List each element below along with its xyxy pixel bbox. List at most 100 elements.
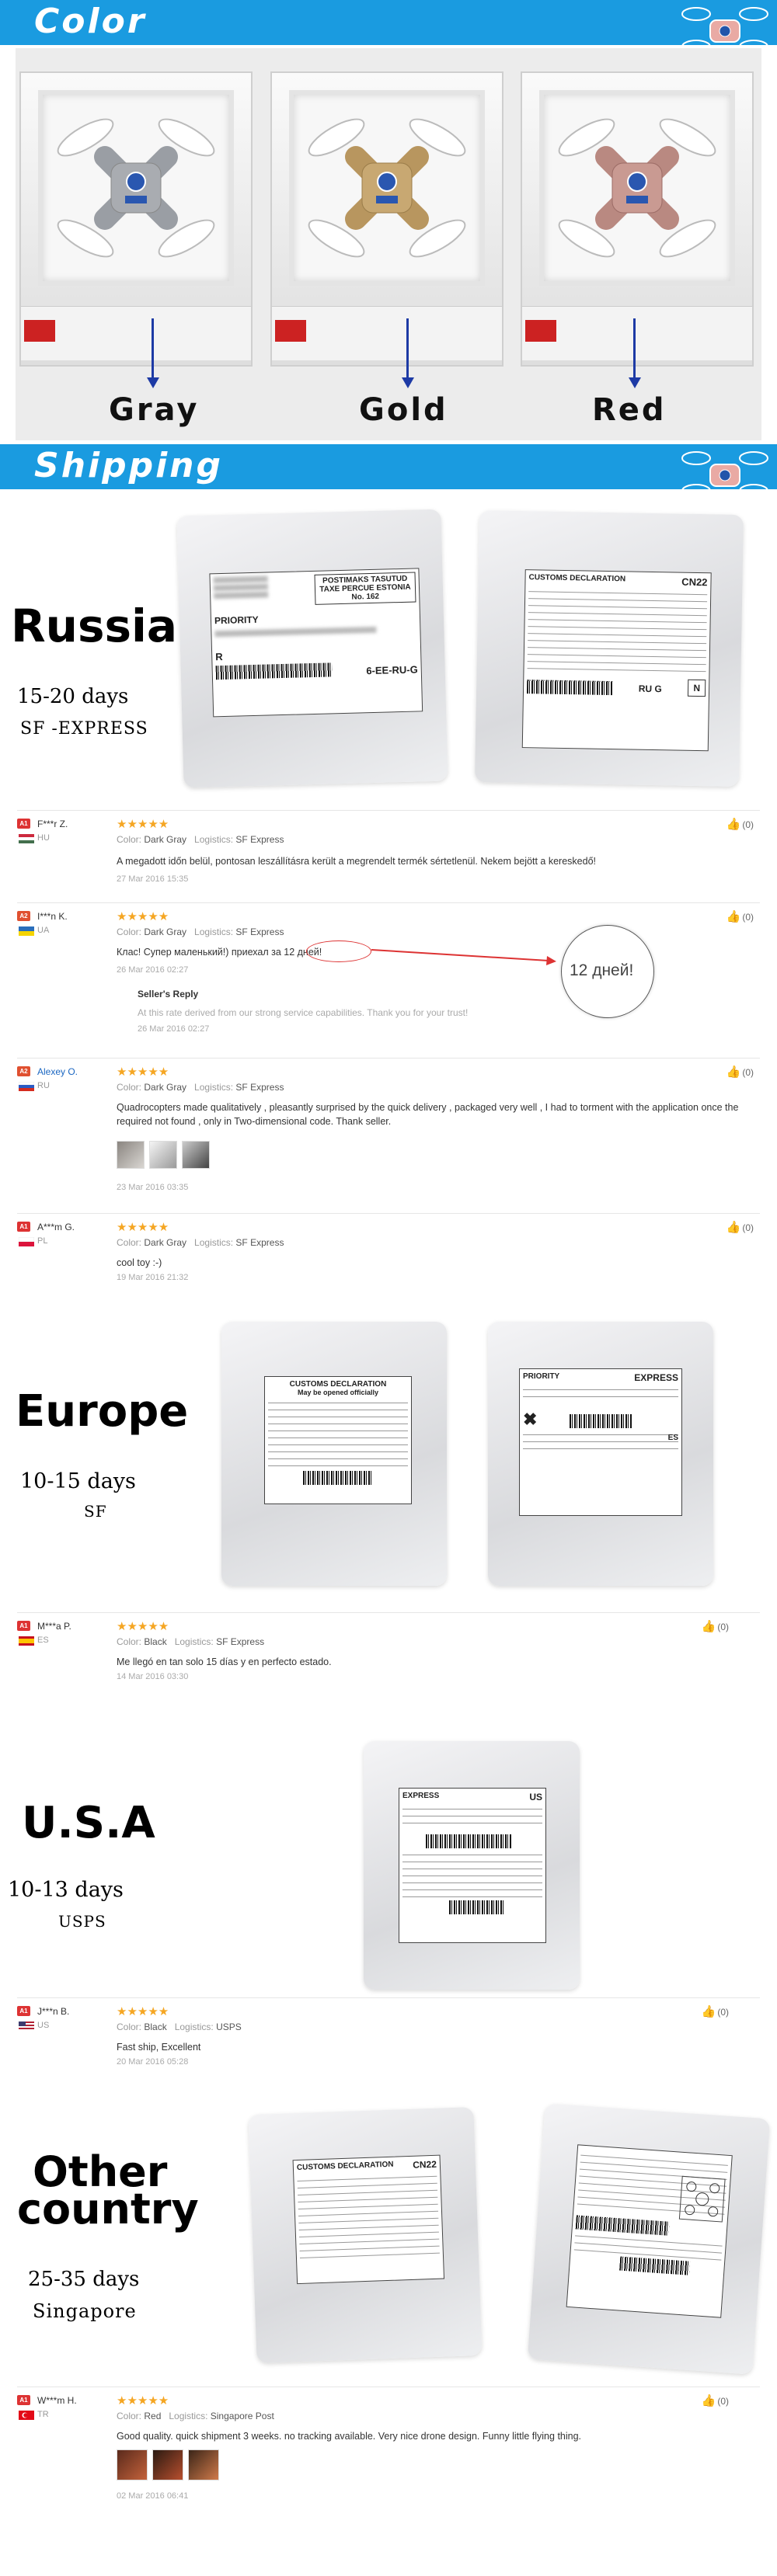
red-drone-icon <box>558 118 716 258</box>
customs-label: CUSTOMS DECLARATION CN22 RU G N <box>521 569 712 752</box>
color-name-gold: Gold <box>359 392 448 428</box>
review-text: A megadott időn belül, pontosan leszállí… <box>117 856 597 867</box>
gold-drone-icon <box>308 118 466 258</box>
other-package-1: CUSTOMS DECLARATION CN22 <box>248 2107 483 2363</box>
rank-badge: A1 <box>17 2395 30 2405</box>
russia-package-2: CUSTOMS DECLARATION CN22 RU G N <box>474 510 744 787</box>
reviewer-name[interactable]: Alexey O. <box>37 1066 78 1077</box>
region-russia: Russia <box>11 600 178 652</box>
customs-label: CUSTOMS DECLARATION CN22 <box>292 2154 445 2285</box>
red-arrow-icon <box>629 377 641 388</box>
zoom-callout: 12 дней! <box>561 925 654 1018</box>
review-date: 20 Mar 2016 05:28 <box>117 2057 189 2067</box>
europe-package-1: CUSTOMS DECLARATION May be opened offici… <box>221 1322 447 1586</box>
registered-mark: R <box>215 651 223 663</box>
shipping-label: POSTIMAKS TASUTUD TAXE PERCUE ESTONIA No… <box>209 568 423 718</box>
other-delivery-days: 25-35 days <box>28 2268 140 2291</box>
usa-package: EXPRESS US <box>364 1741 580 1990</box>
color-options-photo <box>16 48 761 440</box>
turkey-flag-icon <box>19 2411 34 2420</box>
star-rating: ★★★★★ <box>117 2005 169 2018</box>
review-date: 02 Mar 2016 06:41 <box>117 2491 189 2501</box>
russia-carrier: SF -EXPRESS <box>20 719 148 739</box>
review-meta: Color: Red Logistics: Singapore Post <box>117 2411 274 2421</box>
rank-badge: A2 <box>17 911 30 921</box>
shipping-label: EXPRESS US <box>399 1788 546 1943</box>
russia-delivery-days: 15-20 days <box>17 685 129 708</box>
thumbs-up-icon: 👍 <box>701 2005 716 2018</box>
star-rating: ★★★★★ <box>117 2394 169 2407</box>
reviewer-country: US <box>37 2021 50 2030</box>
gold-pointer-line <box>406 318 409 381</box>
seller-reply-text: At this rate derived from our strong ser… <box>138 1007 469 1018</box>
helpful-button[interactable]: 👍 (0) <box>702 2004 729 2018</box>
gray-drone-icon <box>57 118 215 258</box>
star-rating: ★★★★★ <box>117 1066 169 1079</box>
shipping-banner-title: Shipping <box>34 446 223 485</box>
return-box <box>678 2175 726 2223</box>
review-date: 14 Mar 2016 03:30 <box>117 1672 189 1681</box>
review-photo[interactable] <box>182 1141 210 1169</box>
review-item: A1 F***r Z. HU ★★★★★ Color: Dark Gray Log… <box>17 810 760 902</box>
color-banner: Color <box>0 0 777 54</box>
reviewer-country: TR <box>37 2410 49 2419</box>
gold-arrow-icon <box>402 377 414 388</box>
reviewer-country: RU <box>37 1081 50 1090</box>
color-name-gray: Gray <box>109 392 200 428</box>
reviewer-country: HU <box>37 833 50 843</box>
red-arrow-icon <box>371 949 556 965</box>
rank-badge: A1 <box>17 819 30 829</box>
region-europe: Europe <box>16 1386 189 1437</box>
helpful-button[interactable]: 👍 (0) <box>726 1065 754 1079</box>
reviewer-name: M***a P. <box>37 1621 71 1632</box>
review-photo[interactable] <box>117 2449 148 2480</box>
gray-arrow-icon <box>147 377 159 388</box>
russia-flag-icon <box>19 1082 34 1091</box>
review-item: A1 J***n B. US ★★★★★ Color: Black Logisti… <box>17 1997 760 2083</box>
usa-delivery-days: 10-13 days <box>8 1878 124 1902</box>
reviewer-name: F***r Z. <box>37 819 68 829</box>
review-date: 23 Mar 2016 03:35 <box>117 1183 189 1192</box>
helpful-button[interactable]: 👍 (0) <box>702 1619 729 1633</box>
review-photo[interactable] <box>152 2449 183 2480</box>
review-item: A2 Alexey O. RU ★★★★★ Color: Dark Gray Lo… <box>17 1058 760 1213</box>
review-photo[interactable] <box>149 1141 177 1169</box>
shipping-label: PRIORITY EXPRESS ✖ ES <box>519 1368 682 1516</box>
customs-label: CUSTOMS DECLARATION May be opened offici… <box>264 1376 412 1504</box>
reviewer-country: ES <box>37 1636 49 1645</box>
drone-icon <box>685 2181 720 2217</box>
usa-carrier: USPS <box>58 1912 106 1931</box>
review-meta: Color: Black Logistics: SF Express <box>117 1636 265 1647</box>
customs-subtitle: May be opened officially <box>297 1389 379 1396</box>
color-name-red: Red <box>592 392 667 428</box>
priority-label: PRIORITY <box>214 614 259 627</box>
sf-express-logo: EXPRESS <box>402 1792 440 1800</box>
helpful-button[interactable]: 👍 (0) <box>702 2393 729 2407</box>
reviewer-name: I***n K. <box>37 911 68 922</box>
cn22-mark: CN22 <box>681 575 708 589</box>
gold-box <box>270 71 503 367</box>
star-rating: ★★★★★ <box>117 910 169 923</box>
posti-label: POSTIMAKS TASUTUD TAXE PERCUE ESTONIA No… <box>314 572 416 605</box>
review-text: cool toy :-) <box>117 1257 162 1268</box>
reviewer-name: W***m H. <box>37 2395 77 2406</box>
review-item: A1 M***a P. ES ★★★★★ Color: Black Logisti… <box>17 1612 760 1696</box>
spain-flag-icon <box>19 1636 34 1646</box>
review-photo[interactable] <box>117 1141 145 1169</box>
shipping-label <box>566 2144 733 2318</box>
review-text: Good quality. quick shipment 3 weeks. no… <box>117 2431 582 2442</box>
thumbs-up-icon: 👍 <box>726 818 741 831</box>
helpful-button[interactable]: 👍 (0) <box>726 817 754 831</box>
ru-g-mark: RU G <box>638 683 662 695</box>
review-date: 19 Mar 2016 21:32 <box>117 1273 189 1282</box>
usa-flag-icon <box>19 2022 34 2031</box>
review-meta: Color: Dark Gray Logistics: SF Express <box>117 926 284 937</box>
thumbs-up-icon: 👍 <box>726 1221 741 1234</box>
customs-declaration-title: CUSTOMS DECLARATION <box>296 2160 394 2173</box>
review-item: A1 A***m G. PL ★★★★★ Color: Dark Gray Log… <box>17 1213 760 1298</box>
helpful-button[interactable]: 👍 (0) <box>726 909 754 923</box>
review-photo[interactable] <box>188 2449 219 2480</box>
helpful-button[interactable]: 👍 (0) <box>726 1220 754 1234</box>
review-date: 26 Mar 2016 02:27 <box>117 965 189 975</box>
es-mark: ES <box>667 1434 678 1442</box>
